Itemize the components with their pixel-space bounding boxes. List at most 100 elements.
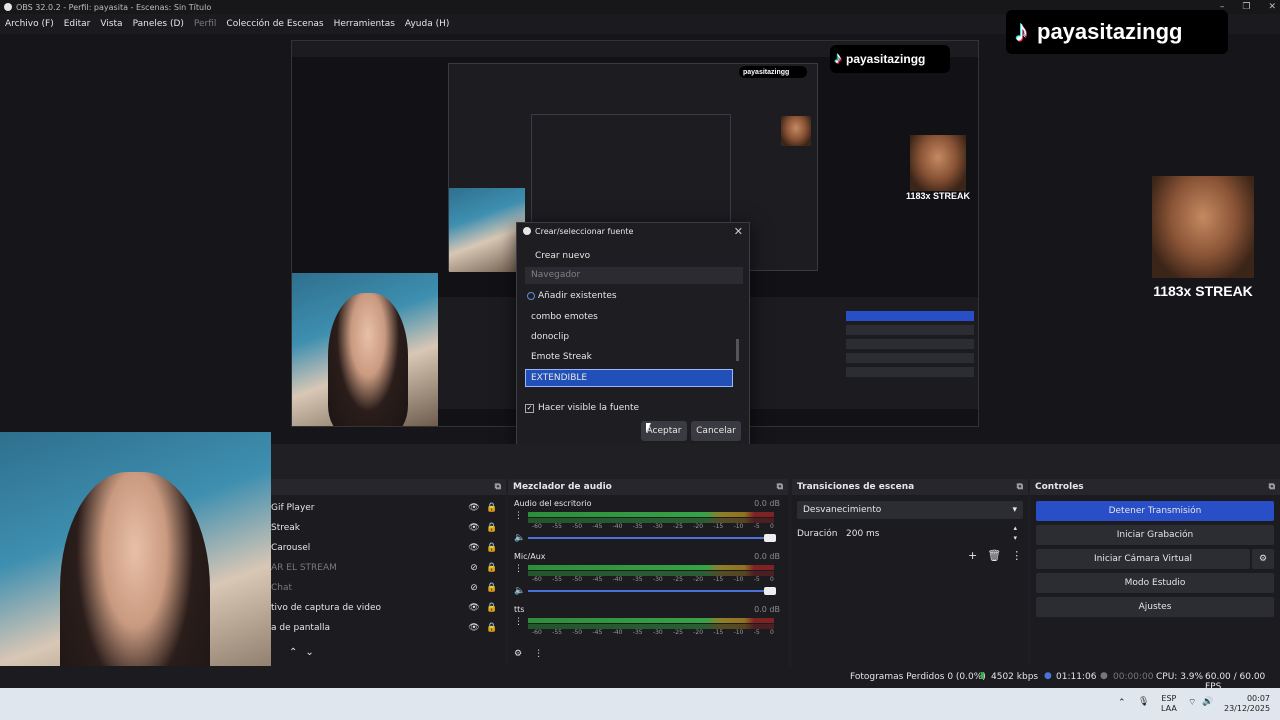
create-new-radio[interactable]: Crear nuevo [527, 251, 590, 261]
microphone-icon[interactable]: 🎙 [1138, 697, 1149, 707]
start-virtual-cam-button[interactable]: Iniciar Cámara Virtual [1036, 549, 1250, 569]
scale-tick: -55 [552, 629, 562, 636]
speaker-icon[interactable]: 🔈 [514, 533, 525, 543]
nested-tiktok-handle: payasitazingg [743, 68, 790, 76]
source-row[interactable]: a de pantalla 👁 🔒 [271, 619, 501, 637]
studio-mode-button[interactable]: Modo Estudio [1036, 573, 1274, 593]
scale-tick: -5 [753, 629, 760, 636]
mixer-settings-icon[interactable]: ⚙ [514, 649, 522, 659]
cancel-button[interactable]: Cancelar [691, 421, 741, 441]
menu-paneles[interactable]: Paneles (D) [128, 19, 189, 29]
menu-coleccion-escenas[interactable]: Colección de Escenas [221, 19, 328, 29]
eye-hidden-icon[interactable]: ⊘ [465, 583, 483, 593]
source-row[interactable]: Carousel 👁 🔒 [271, 539, 501, 557]
source-name: tivo de captura de video [271, 603, 382, 613]
source-name-input[interactable]: Navegador [525, 267, 743, 284]
menu-ayuda[interactable]: Ayuda (H) [400, 19, 454, 29]
menu-herramientas[interactable]: Herramientas [329, 19, 400, 29]
trash-icon[interactable]: 🗑 [987, 549, 1001, 562]
transition-select[interactable]: Desvanecimiento ▾ [797, 501, 1023, 519]
eye-icon[interactable]: 👁 [465, 603, 483, 613]
language-indicator[interactable]: ESP LAA [1161, 694, 1177, 714]
eye-icon[interactable]: 👁 [465, 503, 483, 513]
scale-tick: -30 [652, 576, 663, 583]
stop-stream-button[interactable]: Detener Transmisión [1036, 501, 1274, 521]
list-item-selected[interactable]: EXTENDIBLE [525, 369, 733, 387]
move-down-icon[interactable]: ⌄ [305, 647, 313, 658]
lock-icon[interactable]: 🔒 [483, 603, 501, 613]
mixer-menu-icon[interactable]: ⋮ [534, 649, 543, 659]
volume-knob[interactable] [764, 587, 776, 595]
add-icon[interactable]: + [968, 549, 977, 562]
dock-float-icon[interactable]: ⧉ [1269, 479, 1275, 495]
eye-icon[interactable]: 👁 [465, 523, 483, 533]
nested-button [846, 339, 974, 349]
stepper-icon[interactable]: ▴ ▾ [1013, 523, 1017, 543]
volume-slider[interactable] [528, 587, 776, 595]
eye-icon[interactable]: 👁 [465, 543, 483, 553]
make-visible-checkbox[interactable]: ✓ Hacer visible la fuente [525, 403, 639, 413]
scale-tick: 0 [770, 576, 774, 583]
program-streak-image [910, 135, 966, 191]
add-existing-radio[interactable]: Añadir existentes [527, 291, 617, 301]
source-row[interactable]: AR EL STREAM ⊘ 🔒 [271, 559, 501, 577]
clock[interactable]: 00:07 23/12/2025 [1224, 694, 1270, 714]
chevron-up-icon[interactable]: ⌃ [1118, 698, 1126, 708]
controls-dock: Controles ⧉ Detener Transmisión Iniciar G… [1030, 479, 1280, 666]
eye-hidden-icon[interactable]: ⊘ [465, 563, 483, 573]
duration-input[interactable]: 200 ms ▴ ▾ [840, 523, 1023, 543]
speaker-icon[interactable]: 🔈 [514, 586, 525, 596]
nested-webcam [449, 188, 525, 272]
virtual-cam-settings-button[interactable]: ⚙ [1252, 549, 1274, 569]
nested-stop-button [846, 311, 974, 321]
source-row[interactable]: Streak 👁 🔒 [271, 519, 501, 537]
eye-icon[interactable]: 👁 [465, 623, 483, 633]
meter-scale: -60 -55 -50 -45 -40 -35 -30 -25 -20 -15 -10 -5 0 [532, 576, 774, 585]
wifi-icon[interactable]: ⌔ [1188, 697, 1196, 708]
volume-knob[interactable] [764, 534, 776, 542]
channel-menu-icon[interactable]: ⋮ [514, 511, 523, 521]
menu-icon[interactable]: ⋮ [1011, 549, 1022, 562]
maximize-button[interactable]: ❐ [1242, 2, 1250, 12]
source-row[interactable]: tivo de captura de video 👁 🔒 [271, 599, 501, 617]
volume-icon[interactable]: 🔊 [1202, 697, 1213, 707]
scale-tick: -25 [673, 629, 683, 636]
dock-float-icon[interactable]: ⧉ [1017, 479, 1023, 495]
menu-perfil[interactable]: Perfil [189, 19, 222, 29]
dock-float-icon[interactable]: ⧉ [495, 479, 501, 495]
existing-sources-list[interactable]: combo emotes donoclip Emote Streak EXTEN… [525, 309, 743, 389]
dock-float-icon[interactable]: ⧉ [777, 479, 783, 495]
close-window-button[interactable]: ✕ [1268, 2, 1276, 12]
source-row[interactable]: Chat ⊘ 🔒 [271, 579, 501, 597]
dialog-close-button[interactable]: ✕ [734, 225, 743, 238]
volume-slider[interactable] [528, 534, 776, 542]
move-up-icon[interactable]: ⌃ [289, 647, 297, 658]
list-item[interactable]: Emote Streak [531, 352, 592, 362]
list-item[interactable]: donoclip [531, 332, 569, 342]
start-recording-button[interactable]: Iniciar Grabación [1036, 525, 1274, 545]
menu-archivo[interactable]: Archivo (F) [0, 19, 59, 29]
scale-tick: 0 [770, 629, 774, 636]
signal-icon: ▮ [980, 671, 985, 681]
source-row[interactable]: Gif Player 👁 🔒 [271, 499, 501, 517]
lock-icon[interactable]: 🔒 [483, 503, 501, 513]
list-scrollbar[interactable] [736, 339, 739, 361]
settings-button[interactable]: Ajustes [1036, 597, 1274, 617]
menu-vista[interactable]: Vista [95, 19, 127, 29]
window-title: OBS 32.0.2 - Perfil: payasita - Escenas:… [16, 2, 212, 12]
channel-menu-icon[interactable]: ⋮ [514, 617, 523, 627]
status-bar: Fotogramas Perdidos 0 (0.0%) ▮ 4502 kbps… [0, 666, 1280, 692]
channel-menu-icon[interactable]: ⋮ [514, 564, 523, 574]
mixer-channel: Audio del escritorio 0.0 dB ⋮ -60 -55 -50-… [514, 499, 786, 549]
lock-icon[interactable]: 🔒 [483, 563, 501, 573]
lock-icon[interactable]: 🔒 [483, 623, 501, 633]
scale-tick: -15 [713, 576, 724, 583]
scale-tick: -10 [733, 629, 744, 636]
list-item[interactable]: combo emotes [531, 312, 598, 322]
menu-editar[interactable]: Editar [59, 19, 96, 29]
lock-icon[interactable]: 🔒 [483, 583, 501, 593]
chevron-down-icon: ▾ [1012, 505, 1017, 515]
scale-tick: -40 [612, 523, 623, 530]
lock-icon[interactable]: 🔒 [483, 543, 501, 553]
lock-icon[interactable]: 🔒 [483, 523, 501, 533]
